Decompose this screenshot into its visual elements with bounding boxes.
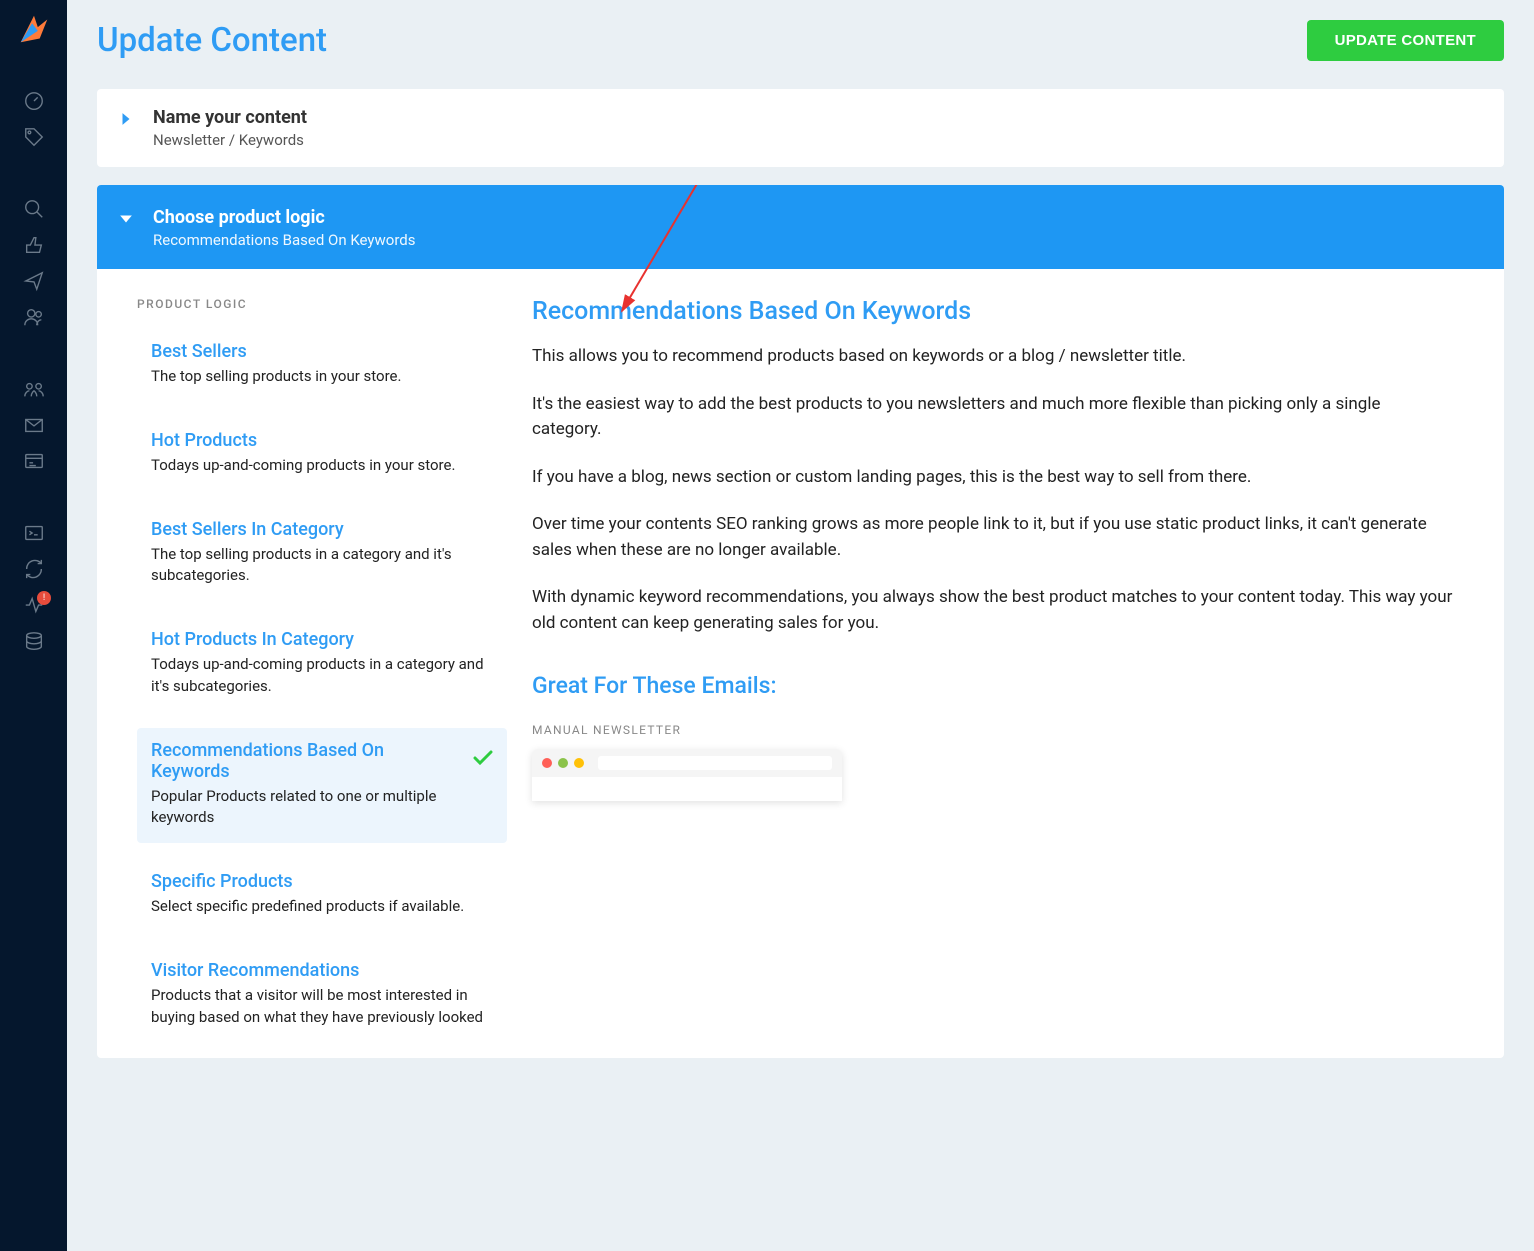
panel-title: Name your content: [153, 107, 1482, 128]
app-logo-icon: [15, 10, 53, 48]
panel-head-name[interactable]: Name your content Newsletter / Keywords: [97, 89, 1504, 167]
window-dot-red: [542, 758, 552, 768]
logic-item-title: Hot Products: [151, 430, 493, 451]
tag-icon[interactable]: [0, 119, 67, 155]
update-content-button[interactable]: UPDATE CONTENT: [1307, 20, 1504, 61]
logic-item[interactable]: Hot Products In Category Todays up-and-co…: [137, 617, 507, 712]
logic-item[interactable]: Recommendations Based On KeywordsPopular…: [137, 728, 507, 844]
logic-item[interactable]: Specific Products Select specific predefi…: [137, 859, 507, 932]
url-bar-mock: [598, 756, 832, 770]
users-icon[interactable]: [0, 299, 67, 335]
detail-paragraph: It's the easiest way to add the best pro…: [532, 392, 1454, 443]
detail-paragraph: With dynamic keyword recommendations, yo…: [532, 585, 1454, 636]
panel-subtitle: Newsletter / Keywords: [153, 131, 1482, 149]
logic-item-desc: Products that a visitor will be most int…: [151, 985, 493, 1029]
logic-item-title: Specific Products: [151, 871, 493, 892]
logic-item-desc: Todays up-and-coming products in your st…: [151, 455, 493, 477]
sidebar: !: [0, 0, 67, 1251]
logic-item-title: Best Sellers: [151, 341, 493, 362]
panel-product-logic: Choose product logic Recommendations Bas…: [97, 185, 1504, 1058]
panel-name-content: Name your content Newsletter / Keywords: [97, 89, 1504, 167]
logic-item-desc: Todays up-and-coming products in a categ…: [151, 654, 493, 698]
logic-item[interactable]: Best Sellers The top selling products in …: [137, 329, 507, 402]
database-icon[interactable]: [0, 623, 67, 659]
browser-icon[interactable]: [0, 443, 67, 479]
alert-badge: !: [37, 591, 51, 605]
logic-item[interactable]: Best Sellers In Category The top selling …: [137, 507, 507, 602]
window-dot-yellow: [574, 758, 584, 768]
expand-icon: [119, 111, 133, 130]
detail-subheading: Great For These Emails:: [532, 672, 1454, 699]
logic-item-title: Hot Products In Category: [151, 629, 493, 650]
detail-paragraph: This allows you to recommend products ba…: [532, 344, 1454, 370]
detail-body: This allows you to recommend products ba…: [532, 344, 1454, 636]
send-icon[interactable]: [0, 263, 67, 299]
main-content: Update Content UPDATE CONTENT Name your …: [67, 0, 1534, 1251]
logic-item-title: Recommendations Based On Keywords: [151, 740, 493, 782]
logic-item-title: Best Sellers In Category: [151, 519, 493, 540]
detail-paragraph: Over time your contents SEO ranking grow…: [532, 512, 1454, 563]
logic-item-desc: Select specific predefined products if a…: [151, 896, 493, 918]
panel-title: Choose product logic: [153, 207, 1482, 228]
email-type-label: MANUAL NEWSLETTER: [532, 723, 1454, 737]
activity-icon[interactable]: !: [0, 587, 67, 623]
collapse-icon: [119, 211, 133, 230]
logic-item[interactable]: Hot Products Todays up-and-coming product…: [137, 418, 507, 491]
detail-paragraph: If you have a blog, news section or cust…: [532, 465, 1454, 491]
mail-icon[interactable]: [0, 407, 67, 443]
dashboard-icon[interactable]: [0, 83, 67, 119]
refresh-icon[interactable]: [0, 551, 67, 587]
product-logic-list: Best Sellers The top selling products in …: [137, 329, 507, 1042]
section-label: PRODUCT LOGIC: [137, 297, 507, 311]
logic-item[interactable]: Visitor Recommendations Products that a v…: [137, 948, 507, 1043]
panel-head-logic[interactable]: Choose product logic Recommendations Bas…: [97, 185, 1504, 269]
checkmark-icon: [473, 750, 493, 771]
page-title: Update Content: [97, 21, 327, 60]
email-preview-mock: [532, 749, 842, 801]
logic-item-desc: The top selling products in your store.: [151, 366, 493, 388]
search-icon[interactable]: [0, 191, 67, 227]
logic-item-desc: Popular Products related to one or multi…: [151, 786, 493, 830]
logic-item-title: Visitor Recommendations: [151, 960, 493, 981]
thumbs-up-icon[interactable]: [0, 227, 67, 263]
detail-heading: Recommendations Based On Keywords: [532, 297, 1454, 326]
terminal-icon[interactable]: [0, 515, 67, 551]
panel-subtitle: Recommendations Based On Keywords: [153, 231, 1482, 249]
group-icon[interactable]: [0, 371, 67, 407]
logic-item-desc: The top selling products in a category a…: [151, 544, 493, 588]
window-dot-green: [558, 758, 568, 768]
